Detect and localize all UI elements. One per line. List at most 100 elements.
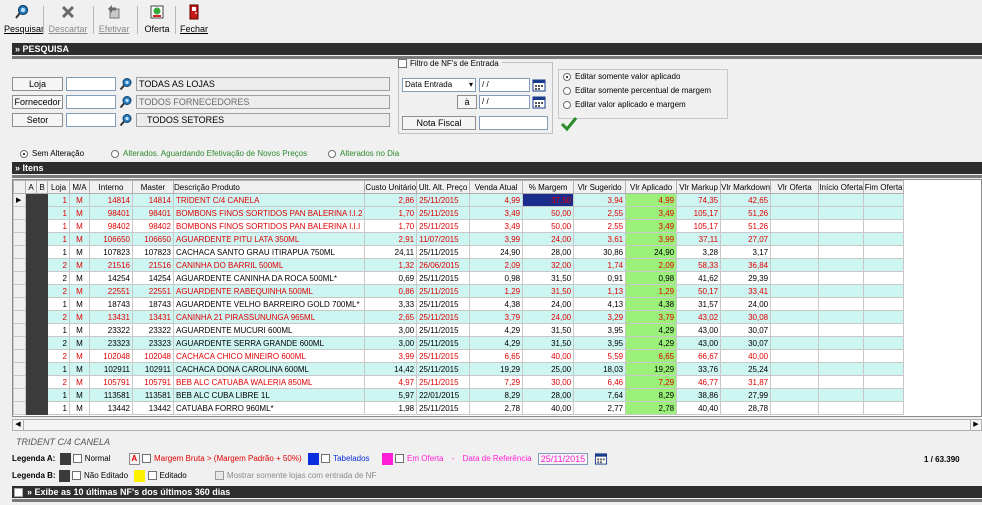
items-grid[interactable]: A B Loja M/A Interno Master Descrição Pr… [12,179,982,417]
nota-fiscal-input[interactable] [479,116,548,130]
cell-apl[interactable]: 4,29 [625,336,678,350]
row-indicator[interactable] [13,401,26,415]
cell-apl[interactable]: 3,79 [625,310,678,324]
column-header[interactable]: Vlr Oferta [770,180,820,194]
setor-input[interactable] [66,113,116,127]
confirm-check-icon[interactable] [560,116,578,132]
column-header[interactable]: Venda Atual [469,180,524,194]
calendar-icon[interactable] [594,452,608,465]
cell-margem[interactable]: 40,00 [522,401,575,415]
row-indicator[interactable] [13,388,26,402]
data-referencia-input[interactable]: 25/11/2015 [537,452,588,465]
em-oferta-checkbox[interactable] [395,454,405,464]
column-header[interactable]: Vlr Sugerido [573,180,627,194]
table-row[interactable]: 2 M 102048 102048 CACHACA CHICO MINEIRO 600M… [13,349,905,363]
column-header[interactable]: B [36,180,48,194]
row-indicator[interactable] [13,297,26,311]
cell-margem[interactable]: 25,00 [522,362,575,376]
cell-apl[interactable]: 6,65 [625,349,678,363]
nao-editado-checkbox[interactable] [72,471,82,481]
cell-margem[interactable]: 50,00 [522,206,575,220]
cell-apl[interactable]: 2,78 [625,401,678,415]
cell-margem[interactable]: 40,00 [522,349,575,363]
table-row[interactable]: 1 M 18743 18743 AGUARDENTE VELHO BARREIRO GO… [13,297,905,311]
loja-search-icon[interactable] [119,77,133,91]
status-alterados-aguardando[interactable]: Alterados. Aguardando Efetivação de Novo… [111,149,307,158]
calendar-icon[interactable] [532,78,546,92]
cell-margem[interactable]: 37,50 [522,193,575,207]
efetivar-button[interactable]: Efetivar [96,4,132,34]
edit-option-2[interactable]: Editar somente percentual de margem [563,86,711,95]
table-row[interactable]: ▶ 1 M 14814 14814 TRIDENT C/4 CANELA 2,86 25/11… [13,193,905,207]
cell-margem[interactable]: 24,00 [522,310,575,324]
row-indicator[interactable] [13,375,26,389]
date-type-select[interactable]: Data Entrada ▾ [402,78,476,92]
table-row[interactable]: 2 M 23323 23323 AGUARDENTE SERRA GRANDE 600M… [13,336,905,350]
nf-filter-checkbox[interactable]: Filtro de NF's de Entrada [398,59,502,69]
row-indicator[interactable] [13,232,26,246]
row-indicator[interactable] [13,258,26,272]
calendar-icon[interactable] [532,95,546,109]
tabelados-checkbox[interactable] [321,454,331,464]
column-header[interactable]: Início Oferta [818,180,865,194]
column-header[interactable]: Vlr Markup [676,180,722,194]
table-row[interactable]: 1 M 113581 113581 BEB ALC CUBA LIBRE 1L 5,97 2… [13,388,905,402]
cell-margem[interactable]: 31,50 [522,284,575,298]
table-row[interactable]: 1 M 98402 98402 BOMBONS FINOS SORTIDOS PAN B… [13,219,905,233]
cell-apl[interactable]: 4,29 [625,323,678,337]
cell-margem[interactable]: 24,00 [522,232,575,246]
cell-apl[interactable]: 24,90 [625,245,678,259]
nfs-toggle-checkbox[interactable] [14,488,23,498]
cell-apl[interactable]: 3,49 [625,206,678,220]
fornecedor-input[interactable] [66,95,116,109]
oferta-button[interactable]: Oferta [141,4,173,34]
column-header[interactable]: Vlr Markdown [720,180,772,194]
cell-apl[interactable]: 3,99 [625,232,678,246]
cell-margem[interactable]: 30,00 [522,375,575,389]
row-indicator[interactable] [13,349,26,363]
row-indicator[interactable] [13,336,26,350]
column-header[interactable]: Descrição Produto [172,180,366,194]
row-indicator[interactable] [13,323,26,337]
table-row[interactable]: 2 M 22551 22551 AGUARDENTE RABEQUINHA 500ML 0… [13,284,905,298]
fechar-button[interactable]: Fechar [178,4,210,34]
loja-input[interactable] [66,77,116,91]
row-indicator[interactable] [13,206,26,220]
column-header[interactable]: Fim Oferta [863,180,905,194]
nfs-section-header[interactable]: » Exibe as 10 últimas NF's dos últimos 3… [12,486,982,498]
status-alterados-no-dia[interactable]: Alterados no Dia [328,149,399,158]
nf-filter-check[interactable] [398,59,407,69]
status-sem-alteracao[interactable]: Sem Alteração [20,149,84,158]
table-row[interactable]: 2 M 13431 13431 CANINHA 21 PIRASSUNUNGA 965M… [13,310,905,324]
row-indicator[interactable] [13,271,26,285]
setor-search-icon[interactable] [119,113,133,127]
cell-apl[interactable]: 1,29 [625,284,678,298]
cell-apl[interactable]: 8,29 [625,388,678,402]
cell-apl[interactable]: 2,09 [625,258,678,272]
cell-margem[interactable]: 31,50 [522,336,575,350]
column-header[interactable]: M/A [69,180,90,194]
cell-margem[interactable]: 50,00 [522,219,575,233]
cell-margem[interactable]: 24,00 [522,297,575,311]
row-indicator[interactable] [13,362,26,376]
editado-checkbox[interactable] [147,471,157,481]
date-to-input[interactable]: / / [479,95,530,109]
table-row[interactable]: 1 M 23322 23322 AGUARDENTE MUCURI 600ML 3,00 2… [13,323,905,337]
column-header[interactable]: Loja [47,180,70,194]
scroll-right-icon[interactable]: ▶ [970,420,981,430]
cell-apl[interactable]: 19,29 [625,362,678,376]
pesquisar-button[interactable]: Pesquisar [4,4,44,34]
cell-apl[interactable]: 4,99 [625,193,678,207]
table-row[interactable]: 2 M 14254 14254 AGUARDENTE CANINHA DA ROCA 5… [13,271,905,285]
table-row[interactable]: 1 M 107823 107823 CACHACA SANTO GRAU ITIRAPU… [13,245,905,259]
cell-margem[interactable]: 28,00 [522,245,575,259]
column-header[interactable]: Custo Unitário [364,180,418,194]
column-header[interactable]: Interno [89,180,133,194]
descartar-button[interactable]: Descartar [47,4,89,34]
column-header[interactable]: Vlr Aplicado [625,180,678,194]
row-indicator[interactable] [13,310,26,324]
row-indicator[interactable] [13,284,26,298]
cell-apl[interactable]: 3,49 [625,219,678,233]
cell-apl[interactable]: 0,98 [625,271,678,285]
column-header[interactable]: Master [132,180,174,194]
